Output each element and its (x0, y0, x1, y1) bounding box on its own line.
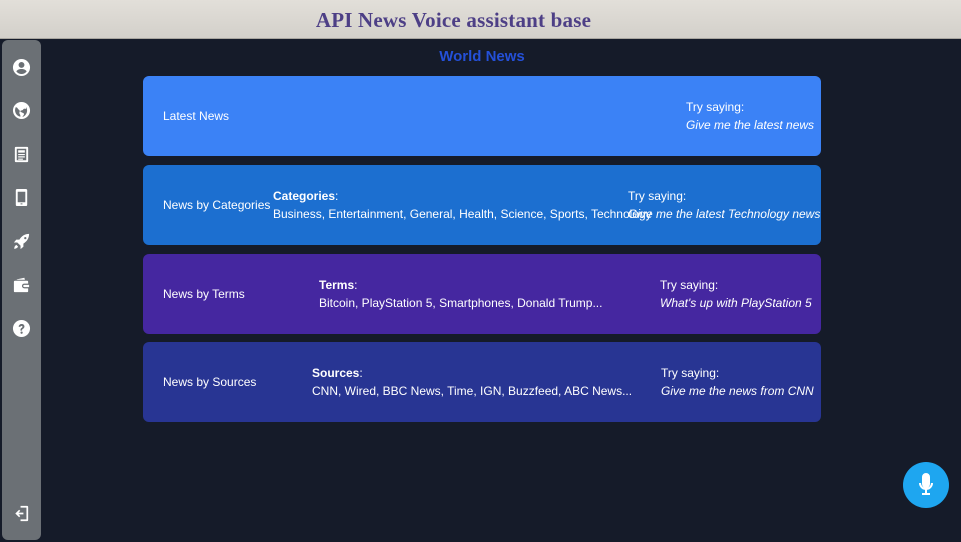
help-icon[interactable] (12, 319, 31, 338)
wallet-icon[interactable] (12, 276, 31, 295)
tablet-icon[interactable] (12, 188, 31, 207)
card-info-heading: Terms: (319, 278, 358, 292)
try-saying-label: Try saying: (661, 366, 720, 380)
window-titlebar: API News Voice assistant base (0, 0, 961, 39)
card-title: Latest News (163, 109, 230, 123)
try-saying-example: What's up with PlayStation 5 (660, 296, 812, 310)
newspaper-icon[interactable] (12, 145, 31, 164)
card-info-items: Business, Entertainment, General, Health… (273, 207, 652, 221)
card-info-title: Sources (312, 366, 360, 380)
card-title: News by Sources (163, 375, 257, 389)
try-saying-label: Try saying: (660, 278, 719, 292)
card-title: News by Terms (163, 287, 245, 301)
card-title: News by Categories (163, 198, 271, 212)
card-news-by-sources[interactable]: News by Sources Sources: CNN, Wired, BBC… (143, 342, 821, 422)
window-title: API News Voice assistant base (315, 7, 592, 32)
rocket-icon[interactable] (12, 232, 31, 251)
card-info-items: Bitcoin, PlayStation 5, Smartphones, Don… (319, 296, 603, 310)
microphone-icon (919, 473, 933, 495)
card-info-title: Terms (319, 278, 355, 292)
card-info-heading: Categories: (273, 189, 339, 203)
globe-icon[interactable] (12, 101, 31, 120)
try-saying-example: Give me the news from CNN (661, 384, 814, 398)
user-circle-icon[interactable] (12, 58, 31, 77)
card-info-title: Categories (273, 189, 336, 203)
try-saying-example: Give me the latest news (686, 118, 815, 132)
card-latest-news[interactable]: Latest News Try saying: Give me the late… (143, 76, 821, 156)
card-info-items: CNN, Wired, BBC News, Time, IGN, Buzzfee… (312, 384, 633, 398)
sidebar (2, 40, 41, 540)
logout-icon[interactable] (12, 504, 31, 523)
try-saying-label: Try saying: (686, 100, 745, 114)
card-news-by-terms[interactable]: News by Terms Terms: Bitcoin, PlayStatio… (143, 254, 821, 334)
card-news-by-categories[interactable]: News by Categories Categories: Business,… (143, 165, 821, 245)
card-info-heading: Sources: (312, 366, 363, 380)
page-heading: World News (439, 48, 525, 65)
try-saying-example: Give me the latest Technology news (628, 207, 821, 221)
try-saying-label: Try saying: (628, 189, 687, 203)
microphone-button[interactable] (903, 462, 949, 508)
